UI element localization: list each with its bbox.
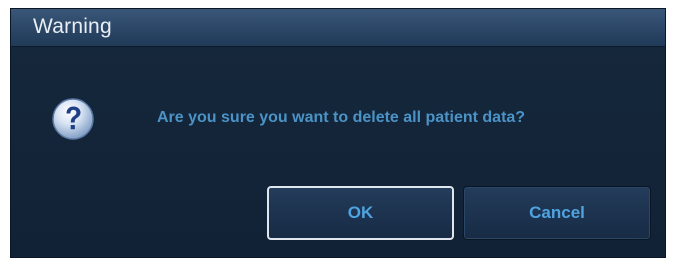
warning-dialog: Warning Are you sure you want to delete … [10, 8, 666, 258]
confirmation-message: Are you sure you want to delete all pati… [157, 109, 526, 126]
dialog-body: Are you sure you want to delete all pati… [11, 47, 665, 257]
dialog-title-bar[interactable]: Warning [11, 9, 665, 47]
question-icon [52, 98, 94, 140]
dialog-title: Warning [33, 15, 112, 38]
cancel-button[interactable]: Cancel [463, 186, 651, 240]
ok-button[interactable]: OK [267, 186, 454, 240]
